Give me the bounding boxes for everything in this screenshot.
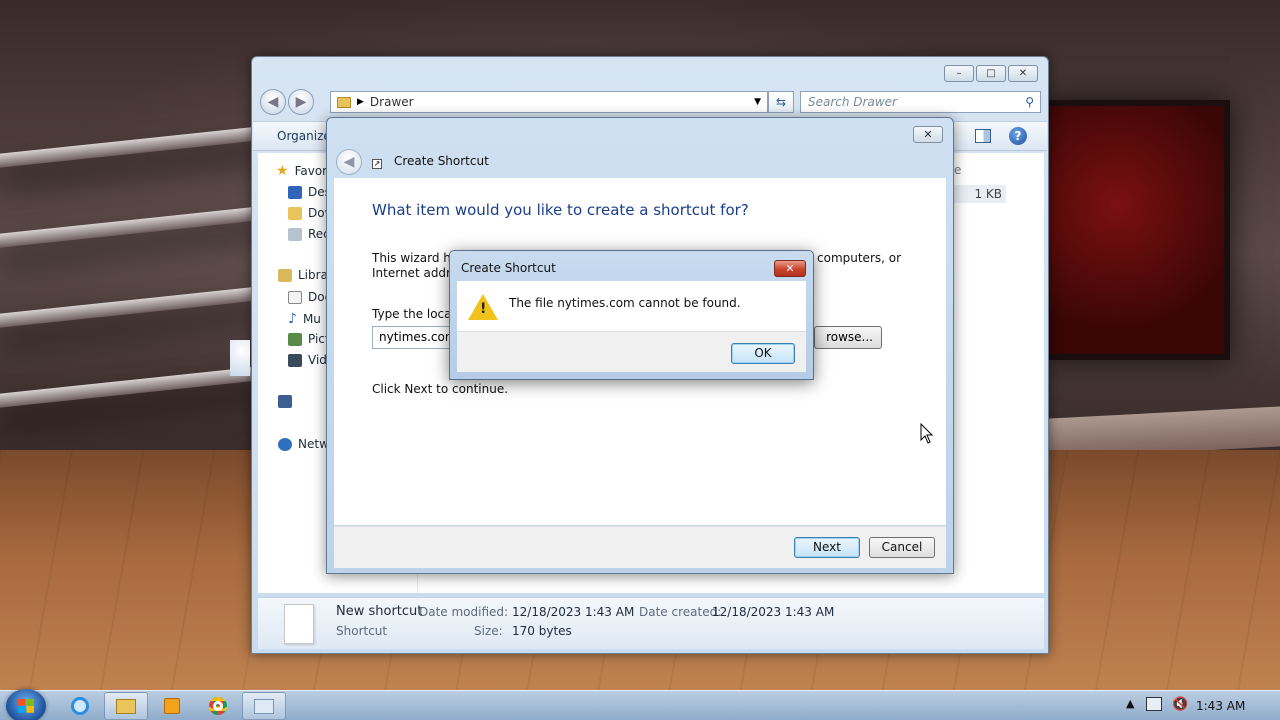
search-icon: ⚲ — [1025, 95, 1034, 109]
cancel-button[interactable]: Cancel — [869, 537, 935, 558]
continue-text: Click Next to continue. — [372, 382, 509, 396]
computer-icon — [278, 395, 292, 408]
network-tray-icon[interactable] — [1146, 697, 1162, 711]
message-box-body: ! The file nytimes.com cannot be found. — [457, 281, 806, 331]
desktop-icon — [288, 185, 302, 199]
internet-explorer-icon — [71, 697, 89, 715]
refresh-button[interactable]: ⇆ — [768, 91, 794, 113]
star-icon: ★ — [276, 163, 289, 179]
preview-pane-icon[interactable] — [975, 129, 991, 143]
address-dropdown-icon[interactable]: ▼ — [754, 97, 761, 107]
start-button[interactable] — [6, 689, 46, 720]
nav-recent[interactable]: Rec — [288, 227, 330, 241]
wizard-back-button[interactable]: ◀ — [336, 149, 362, 175]
nav-arrows: ◀ ▶ — [260, 89, 316, 115]
wizard-heading: What item would you like to create a sho… — [372, 201, 749, 219]
nav-videos[interactable]: Vid — [288, 353, 327, 367]
taskbar-chrome[interactable] — [196, 692, 240, 720]
size-label: Size: — [474, 624, 503, 638]
close-button[interactable]: ✕ — [1008, 65, 1038, 82]
libraries-icon — [278, 268, 292, 282]
nav-pictures[interactable]: Pict — [288, 332, 330, 346]
back-button[interactable]: ◀ — [260, 89, 286, 115]
network-icon — [278, 437, 292, 451]
date-modified-value: 12/18/2023 1:43 AM — [512, 605, 635, 619]
pictures-icon — [288, 332, 302, 346]
location-label: Type the locati — [372, 307, 460, 321]
column-header-fragment[interactable]: e — [954, 163, 961, 177]
help-icon[interactable]: ? — [1009, 127, 1027, 145]
taskbar-create-shortcut[interactable] — [242, 692, 286, 720]
media-player-icon — [164, 698, 180, 714]
nav-music[interactable]: ♪ Mu — [288, 311, 321, 327]
refresh-icon: ⇆ — [775, 95, 787, 109]
warning-exclamation: ! — [480, 301, 487, 317]
documents-icon — [288, 290, 302, 304]
date-created-label: Date created: — [639, 605, 722, 619]
nav-network[interactable]: Netw — [278, 437, 329, 451]
date-created-value: 12/18/2023 1:43 AM — [712, 605, 835, 619]
window-controls: – □ ✕ — [944, 65, 1038, 82]
nav-music-label: Mu — [302, 312, 321, 326]
shortcut-file-icon — [284, 604, 314, 644]
music-icon: ♪ — [288, 311, 297, 327]
chrome-icon — [209, 697, 227, 715]
minimize-button[interactable]: – — [944, 65, 974, 82]
recent-places-icon — [288, 227, 302, 241]
videos-icon — [288, 353, 302, 367]
next-button[interactable]: Next — [794, 537, 860, 558]
nav-computer[interactable] — [278, 395, 292, 408]
details-pane: New shortcut Shortcut Date modified: 12/… — [258, 597, 1044, 649]
wallpaper-artwork — [1040, 100, 1230, 360]
address-text: Drawer — [369, 95, 414, 109]
mouse-cursor-icon — [920, 423, 934, 444]
error-message-box: Create Shortcut ✕ ! The file nytimes.com… — [449, 250, 814, 380]
message-box-footer: OK — [457, 331, 806, 372]
taskbar-clock[interactable]: 1:43 AM — [1196, 699, 1245, 713]
folder-icon — [337, 96, 351, 108]
file-size-cell: 1 KB — [954, 185, 1006, 203]
wizard-footer: Next Cancel — [334, 526, 946, 568]
details-file-name: New shortcut — [336, 604, 423, 619]
browse-button[interactable]: rowse... — [814, 326, 882, 349]
taskbar: ▲ 🔇 1:43 AM — [0, 689, 1280, 720]
nav-videos-label: Vid — [308, 353, 327, 367]
nav-documents[interactable]: Doc — [288, 290, 331, 304]
nav-libraries[interactable]: Libra — [278, 268, 328, 282]
size-value: 170 bytes — [512, 624, 572, 638]
tray-overflow-icon[interactable]: ▲ — [1126, 697, 1134, 710]
wizard-close-button[interactable]: ✕ — [913, 126, 943, 143]
nav-desktop[interactable]: Des — [288, 185, 331, 199]
wizard-title: Create Shortcut — [394, 154, 489, 168]
details-file-type: Shortcut — [336, 624, 388, 638]
wizard-intro-text-right: computers, or — [817, 251, 902, 265]
downloads-icon — [288, 206, 302, 220]
organize-button[interactable]: Organize — [277, 129, 331, 143]
nav-favorites-label: Favor — [294, 164, 328, 178]
taskbar-internet-explorer[interactable] — [58, 692, 102, 720]
error-message-text: The file nytimes.com cannot be found. — [509, 296, 741, 310]
nav-network-label: Netw — [298, 437, 329, 451]
forward-button[interactable]: ▶ — [288, 89, 314, 115]
message-box-title: Create Shortcut — [461, 261, 556, 275]
message-box-close-button[interactable]: ✕ — [774, 260, 806, 277]
breadcrumb-arrow-icon: ▶ — [357, 97, 364, 107]
date-modified-label: Date modified: — [419, 605, 509, 619]
shortcut-arrow-icon: ↗ — [372, 159, 382, 169]
search-input[interactable]: Search Drawer ⚲ — [800, 91, 1041, 113]
nav-favorites[interactable]: ★ Favor — [276, 163, 327, 179]
address-bar[interactable]: ▶ Drawer ▼ — [330, 91, 768, 113]
maximize-button[interactable]: □ — [976, 65, 1006, 82]
taskbar-media-player[interactable] — [150, 692, 194, 720]
nav-libraries-label: Libra — [298, 268, 328, 282]
taskbar-windows-explorer[interactable] — [104, 692, 148, 720]
search-placeholder: Search Drawer — [808, 95, 897, 109]
shortcut-window-icon — [254, 698, 274, 714]
desktop-shortcut-icon[interactable] — [230, 340, 250, 376]
windows-logo-icon — [18, 699, 34, 713]
ok-button[interactable]: OK — [731, 343, 795, 364]
folder-icon — [116, 698, 136, 714]
volume-muted-icon[interactable]: 🔇 — [1172, 697, 1188, 712]
